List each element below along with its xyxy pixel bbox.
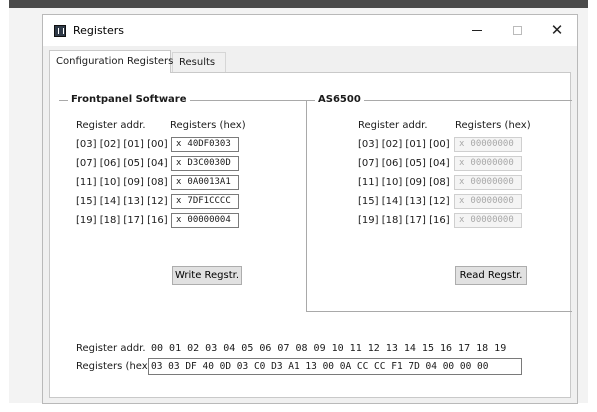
frontpanel-addr-header: Register addr.	[76, 120, 146, 131]
as6500-row-addr: [15] [14] [13] [12] :	[358, 196, 457, 207]
frontpanel-row-addr: [11] [10] [09] [08] :	[76, 177, 175, 188]
read-registers-button[interactable]: Read Regstr.	[455, 266, 527, 285]
frontpanel-row-addr: [03] [02] [01] [00] :	[76, 139, 175, 150]
as6500-group-title: AS6500	[315, 94, 364, 105]
frontpanel-hex-header: Registers (hex)	[170, 120, 246, 131]
as6500-addr-header: Register addr.	[358, 120, 428, 131]
configuration-registers-panel: Frontpanel Software Register addr. Regis…	[49, 72, 572, 398]
screen-bezel-bottom	[0, 403, 597, 412]
frontpanel-group-title: Frontpanel Software	[68, 94, 190, 105]
as6500-row-addr: [03] [02] [01] [00] :	[358, 139, 457, 150]
as6500-register-field: x 00000000	[454, 175, 522, 190]
screen-bezel-top	[0, 0, 597, 8]
window-title: Registers	[73, 24, 125, 37]
as6500-register-field: x 00000000	[454, 137, 522, 152]
as6500-register-field: x 00000000	[454, 194, 522, 209]
frontpanel-register-input[interactable]: x 40DF0303	[171, 137, 239, 152]
bytes-hex-label: Registers (hex)	[76, 361, 152, 372]
maximize-button[interactable]	[501, 15, 533, 46]
bytes-hex-field[interactable]: 03 03 DF 40 0D 03 C0 D3 A1 13 00 0A CC C…	[148, 358, 522, 375]
frontpanel-register-input[interactable]: x 00000004	[171, 213, 239, 228]
as6500-register-field: x 00000000	[454, 213, 522, 228]
close-icon: ✕	[550, 21, 564, 39]
as6500-row-addr: [19] [18] [17] [16] :	[358, 215, 457, 226]
close-button[interactable]: ✕	[541, 15, 573, 46]
as6500-group-bottom-border	[306, 311, 572, 312]
minimize-icon	[472, 30, 482, 31]
screen-bezel-right	[588, 0, 597, 412]
frontpanel-row-addr: [07] [06] [05] [04] :	[76, 158, 175, 169]
registers-window: Registers ✕ Configuration Registers Resu…	[42, 14, 578, 404]
title-bar[interactable]: Registers ✕	[43, 15, 577, 46]
as6500-hex-header: Registers (hex)	[455, 120, 531, 131]
frontpanel-register-input[interactable]: x 7DF1CCCC	[171, 194, 239, 209]
bytes-hex-values: 03 03 DF 40 0D 03 C0 D3 A1 13 00 0A CC C…	[151, 361, 489, 372]
frontpanel-row-addr: [19] [18] [17] [16] :	[76, 215, 175, 226]
frontpanel-register-input[interactable]: x 0A0013A1	[171, 175, 239, 190]
screen-bezel-left	[0, 0, 9, 412]
frontpanel-row-addr: [15] [14] [13] [12] :	[76, 196, 175, 207]
maximize-icon	[512, 26, 522, 35]
write-registers-button[interactable]: Write Regstr.	[172, 266, 242, 285]
as6500-register-field: x 00000000	[454, 156, 522, 171]
tab-configuration-registers[interactable]: Configuration Registers	[49, 50, 173, 73]
minimize-button[interactable]	[461, 15, 493, 46]
frontpanel-register-input[interactable]: x D3C0030D	[171, 156, 239, 171]
as6500-row-addr: [11] [10] [09] [08] :	[358, 177, 457, 188]
bytes-addr-label: Register addr.	[76, 343, 146, 354]
app-icon	[54, 25, 66, 37]
as6500-row-addr: [07] [06] [05] [04] :	[358, 158, 457, 169]
frontpanel-group-right-border	[306, 100, 307, 311]
tab-results[interactable]: Results	[172, 52, 226, 72]
bytes-addr-values: 00 01 02 03 04 05 06 07 08 09 10 11 12 1…	[151, 343, 507, 354]
